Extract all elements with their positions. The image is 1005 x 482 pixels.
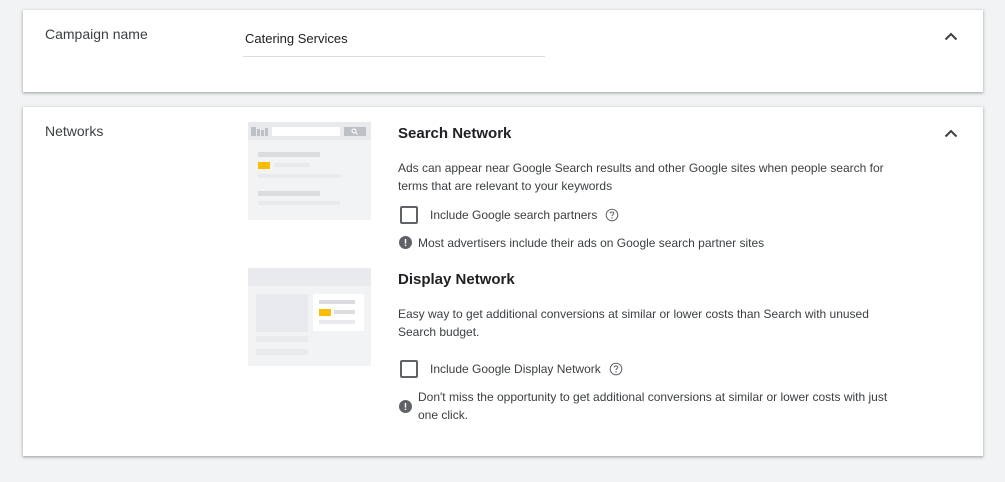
search-partners-row: Include Google search partners	[400, 206, 619, 224]
networks-card: Networks Search Network Ads can appear n…	[23, 107, 983, 456]
display-network-checkbox[interactable]	[400, 360, 418, 378]
collapse-campaign-button[interactable]	[939, 24, 963, 48]
search-partners-label[interactable]: Include Google search partners	[430, 208, 597, 222]
chevron-up-icon	[944, 32, 958, 40]
collapse-networks-button[interactable]	[939, 121, 963, 145]
display-network-illustration	[248, 268, 371, 366]
display-network-note: Don't miss the opportunity to get additi…	[399, 388, 889, 424]
help-circle-icon[interactable]	[609, 362, 623, 376]
search-partners-checkbox[interactable]	[400, 206, 418, 224]
info-icon	[399, 400, 412, 413]
campaign-name-input[interactable]	[243, 24, 545, 57]
display-network-title: Display Network	[398, 271, 515, 288]
search-network-description: Ads can appear near Google Search result…	[398, 161, 884, 193]
display-site-illustration	[248, 268, 371, 355]
search-partners-note: Most advertisers include their ads on Go…	[399, 234, 899, 252]
campaign-name-card: Campaign name	[23, 10, 983, 92]
help-circle-icon[interactable]	[605, 208, 619, 222]
display-network-row: Include Google Display Network	[400, 360, 623, 378]
chevron-up-icon	[944, 129, 958, 137]
search-partners-note-text: Most advertisers include their ads on Go…	[418, 236, 765, 250]
display-network-note-text: Don't miss the opportunity to get additi…	[418, 390, 888, 422]
campaign-name-label: Campaign name	[45, 26, 148, 42]
info-icon	[399, 236, 412, 249]
search-network-illustration	[248, 122, 371, 220]
search-network-title: Search Network	[398, 125, 512, 142]
networks-label: Networks	[45, 123, 104, 139]
display-network-description: Easy way to get additional conversions a…	[398, 307, 869, 339]
display-network-label[interactable]: Include Google Display Network	[430, 362, 601, 376]
search-results-illustration	[248, 122, 371, 205]
